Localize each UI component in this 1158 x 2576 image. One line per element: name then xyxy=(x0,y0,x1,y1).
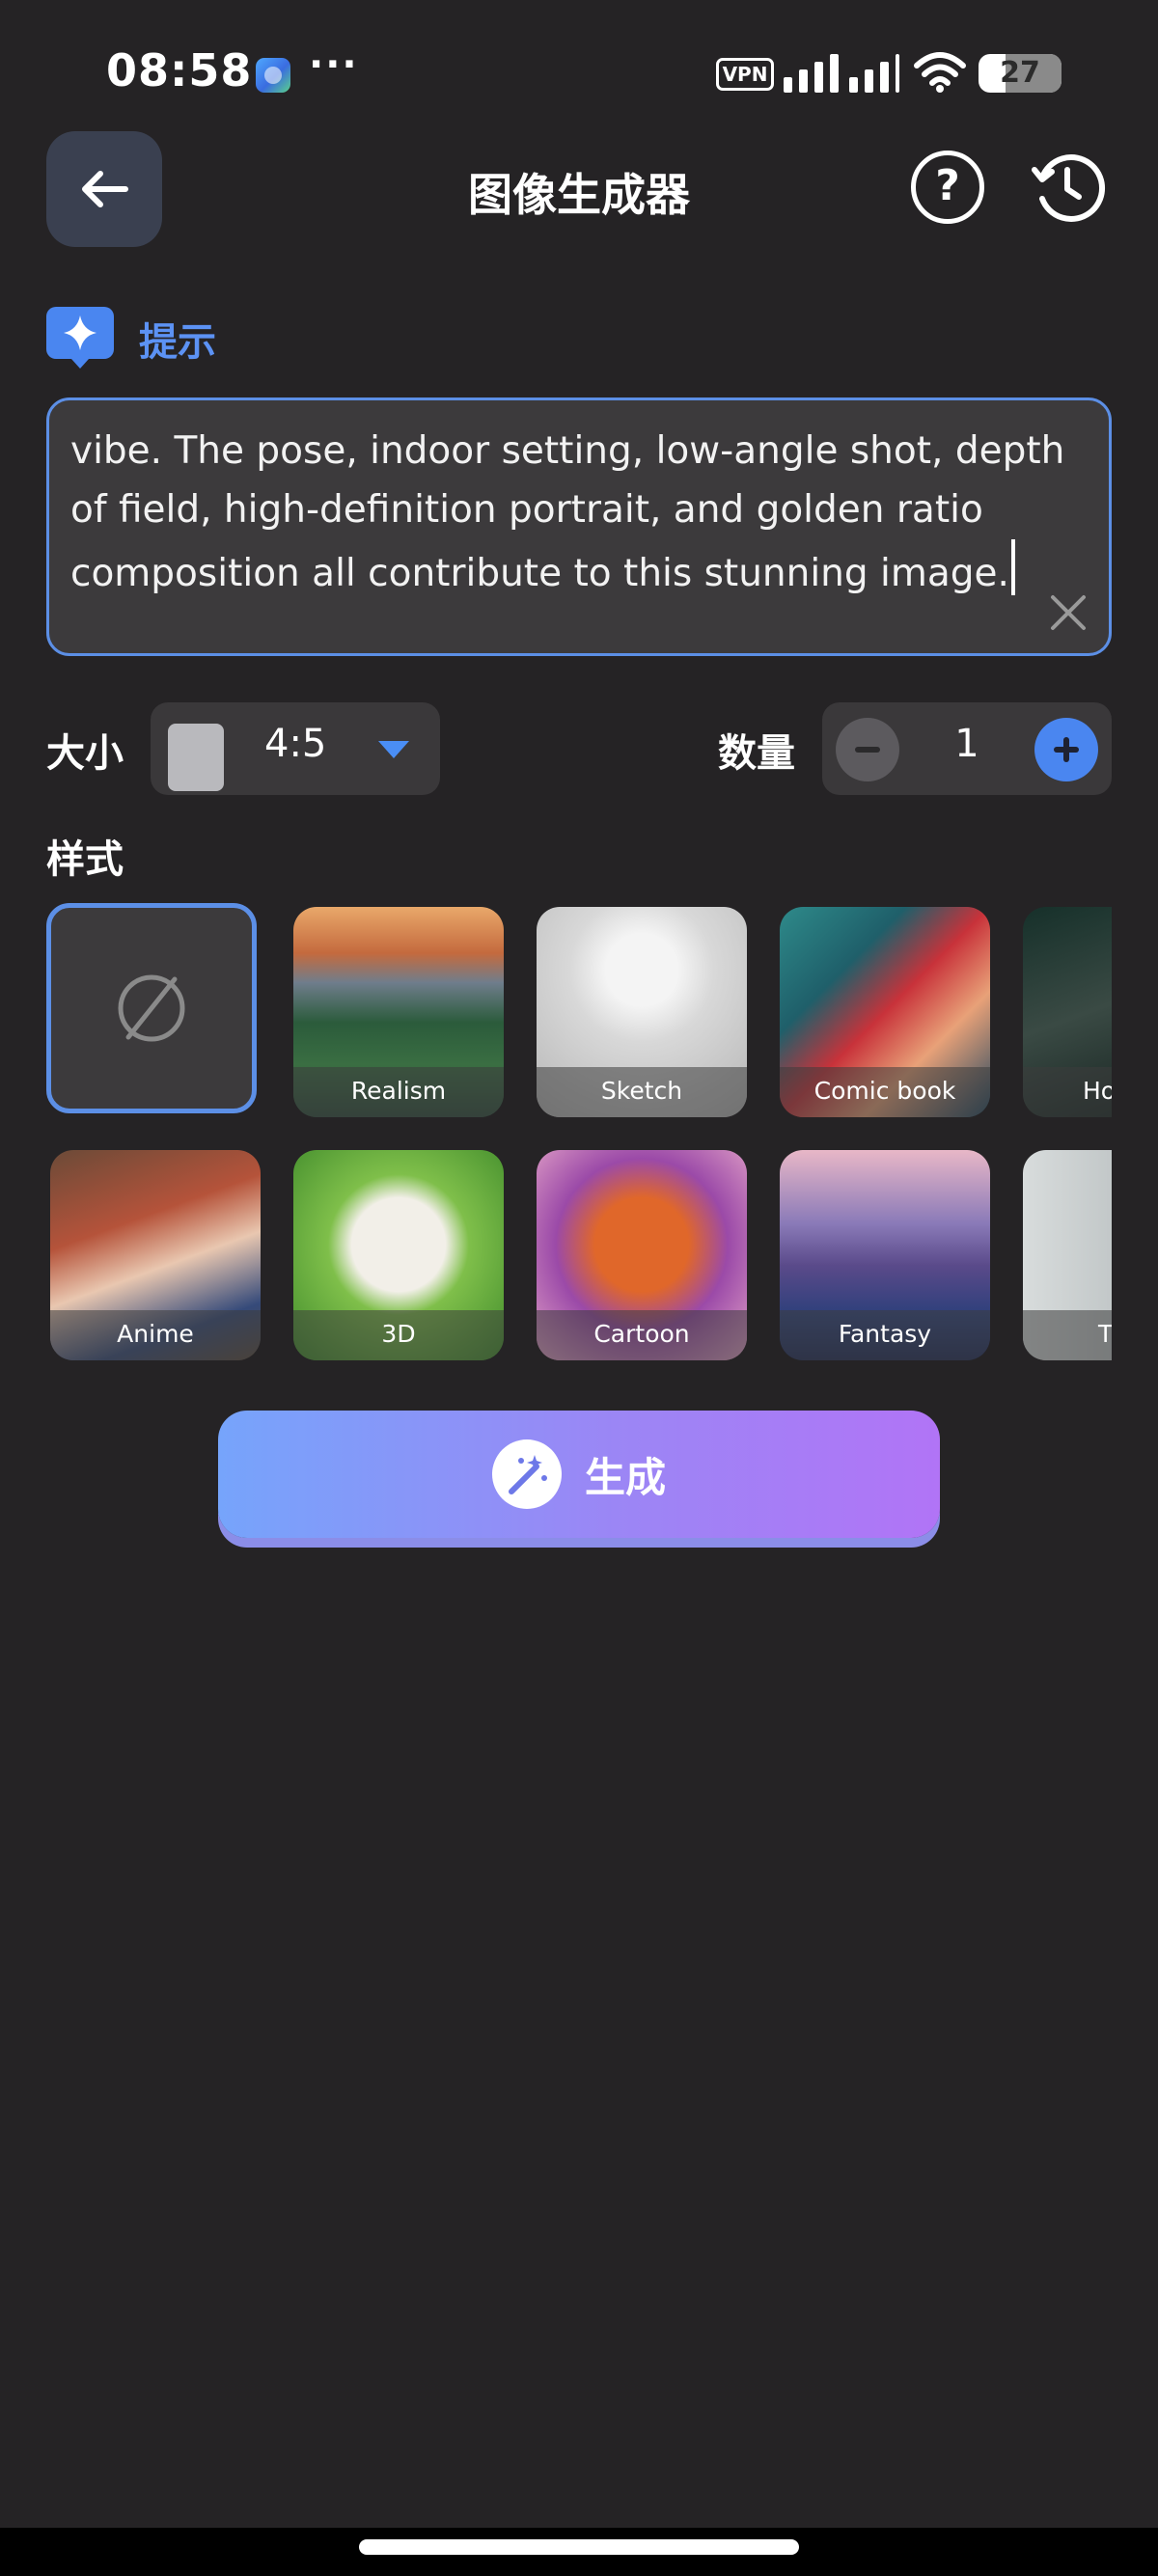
prompt-input[interactable]: vibe. The pose, indoor setting, low-angl… xyxy=(46,397,1112,656)
style-label-3d: 3D xyxy=(293,1310,504,1360)
style-comic-book-option[interactable]: Comic book xyxy=(780,907,990,1117)
style-fantasy-option[interactable]: Fantasy xyxy=(780,1150,990,1360)
prompt-label: 提示 xyxy=(139,320,216,365)
style-cartoon-option[interactable]: Cartoon xyxy=(537,1150,747,1360)
vpn-icon: VPN xyxy=(716,58,774,91)
aspect-ratio-select[interactable]: 4:5 xyxy=(151,702,440,795)
home-indicator[interactable] xyxy=(359,2539,799,2555)
style-none-option[interactable] xyxy=(46,903,257,1113)
sparkle-chat-icon xyxy=(46,307,114,369)
style-label-fantasy: Fantasy xyxy=(780,1310,990,1360)
quantity-stepper: 1 xyxy=(822,702,1112,795)
clear-text-icon[interactable] xyxy=(1047,591,1089,634)
style-grid: Realism Sketch Comic book Ho Anime 3D Ca… xyxy=(46,903,1112,1366)
style-tattoo-option[interactable]: T xyxy=(1023,1150,1112,1360)
text-caret xyxy=(1010,539,1015,595)
style-realism-option[interactable]: Realism xyxy=(293,907,504,1117)
style-label: 样式 xyxy=(46,837,124,882)
style-label-comic-book: Comic book xyxy=(780,1067,990,1117)
style-label-realism: Realism xyxy=(293,1067,504,1117)
style-horror-option[interactable]: Ho xyxy=(1023,907,1112,1117)
size-label: 大小 xyxy=(46,731,124,776)
style-label-sketch: Sketch xyxy=(537,1067,747,1117)
quantity-value: 1 xyxy=(954,722,979,766)
style-anime-option[interactable]: Anime xyxy=(50,1150,261,1360)
battery-level: 27 xyxy=(1000,56,1040,90)
status-time: 08:58 xyxy=(106,44,253,96)
battery-icon: 27 xyxy=(979,54,1062,93)
battery-tip xyxy=(1052,66,1058,81)
help-button[interactable]: ? xyxy=(911,151,984,224)
signal-icon xyxy=(784,54,899,93)
no-style-icon xyxy=(118,974,185,1042)
status-more-icon: ··· xyxy=(309,42,359,87)
style-label-horror: Ho xyxy=(1023,1067,1112,1117)
aspect-ratio-swatch xyxy=(168,724,224,791)
history-button[interactable] xyxy=(1029,149,1106,226)
chevron-down-icon xyxy=(378,741,409,758)
aspect-ratio-value: 4:5 xyxy=(264,722,327,766)
style-3d-option[interactable]: 3D xyxy=(293,1150,504,1360)
prompt-text: vibe. The pose, indoor setting, low-angl… xyxy=(70,429,1065,595)
style-label-cartoon: Cartoon xyxy=(537,1310,747,1360)
style-sketch-option[interactable]: Sketch xyxy=(537,907,747,1117)
quantity-label: 数量 xyxy=(718,731,795,776)
page-title: 图像生成器 xyxy=(468,169,690,221)
minus-button[interactable] xyxy=(836,718,899,781)
magic-wand-icon xyxy=(492,1439,562,1509)
generate-button[interactable]: 生成 xyxy=(218,1411,940,1538)
plus-button[interactable] xyxy=(1034,718,1098,781)
style-label-anime: Anime xyxy=(50,1310,261,1360)
style-label-tattoo: T xyxy=(1023,1310,1112,1360)
arrow-left-icon xyxy=(82,171,128,207)
wifi-icon xyxy=(914,52,966,93)
gallery-app-icon xyxy=(256,58,290,93)
generate-label: 生成 xyxy=(585,1454,667,1501)
back-button[interactable] xyxy=(46,131,162,247)
